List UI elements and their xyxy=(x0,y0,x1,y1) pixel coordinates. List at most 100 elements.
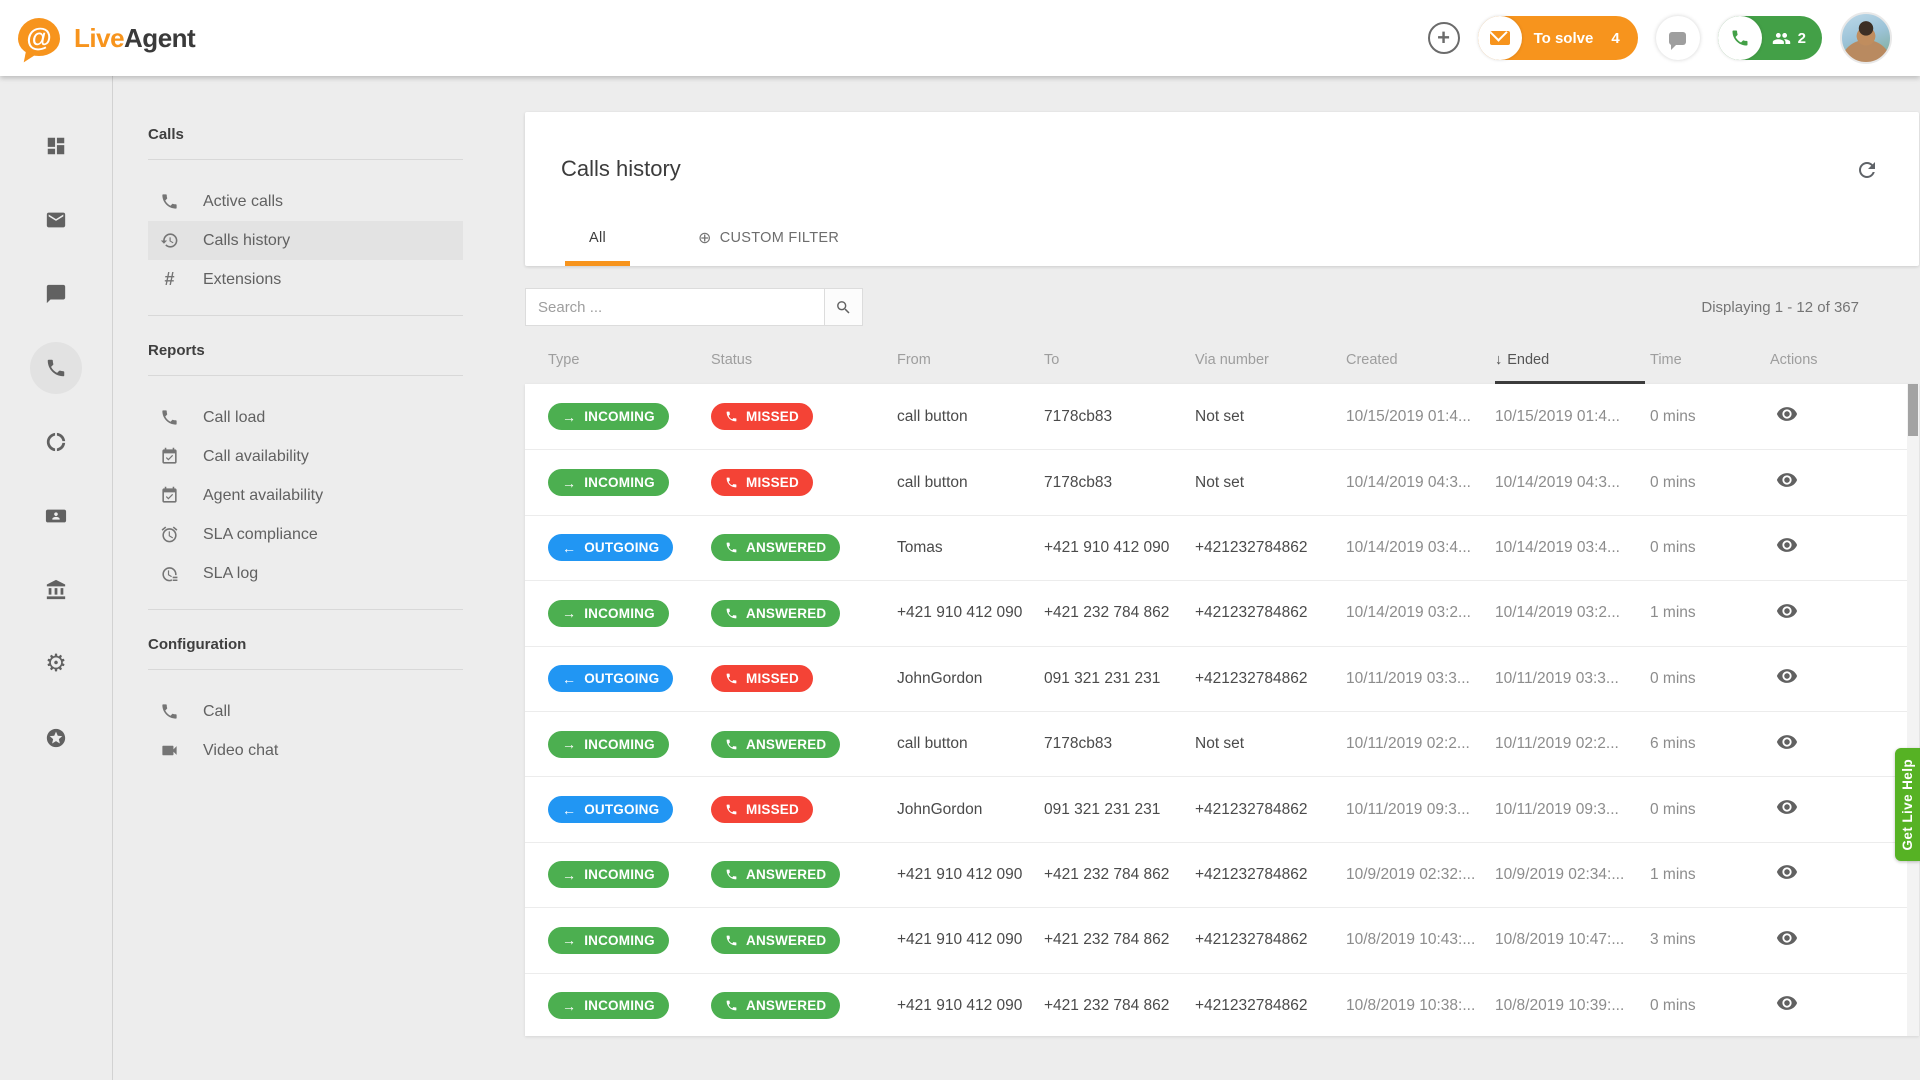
table-row[interactable]: INCOMING ANSWERED +421 910 412 090 +421 … xyxy=(525,907,1919,972)
rail-calls-icon[interactable] xyxy=(30,342,82,394)
cell-time: 0 mins xyxy=(1650,997,1770,1015)
column-header-status[interactable]: Status xyxy=(711,352,897,384)
section-title-calls: Calls xyxy=(148,126,463,143)
sidebar-item-sla-compliance[interactable]: SLA compliance xyxy=(148,515,463,554)
agents-people-icon xyxy=(1772,29,1791,48)
sidebar-item-call-load[interactable]: Call load xyxy=(148,398,463,437)
cell-via-number: Not set xyxy=(1195,474,1346,492)
search-input[interactable] xyxy=(525,288,825,326)
liveagent-logo[interactable]: @ LiveAgent xyxy=(18,16,195,60)
tab-custom-filter[interactable]: ⊕ CUSTOM FILTER xyxy=(674,228,863,266)
rail-billing-icon[interactable] xyxy=(30,564,82,616)
view-call-button[interactable] xyxy=(1770,600,1804,622)
sidebar-item-call[interactable]: Call xyxy=(148,692,463,731)
column-header-type[interactable]: Type xyxy=(548,352,711,384)
cell-created: 10/11/2019 02:2... xyxy=(1346,735,1495,753)
view-call-button[interactable] xyxy=(1770,861,1804,883)
column-header-to[interactable]: To xyxy=(1044,352,1195,384)
view-call-button[interactable] xyxy=(1770,403,1804,425)
divider xyxy=(148,669,463,670)
call-direction-badge: INCOMING xyxy=(548,403,669,430)
page-title: Calls history xyxy=(561,156,681,182)
column-header-time[interactable]: Time xyxy=(1650,352,1770,384)
scrollbar-thumb[interactable] xyxy=(1908,384,1918,436)
column-header-via-number[interactable]: Via number xyxy=(1195,352,1346,384)
view-call-button[interactable] xyxy=(1770,796,1804,818)
rail-tickets-icon[interactable] xyxy=(30,194,82,246)
get-live-help-button[interactable]: Get Live Help xyxy=(1895,748,1920,861)
table-row[interactable]: OUTGOING MISSED JohnGordon 091 321 231 2… xyxy=(525,776,1919,841)
agents-online-button[interactable]: 2 xyxy=(1718,16,1822,60)
table-row[interactable]: OUTGOING ANSWERED Tomas +421 910 412 090… xyxy=(525,515,1919,580)
add-new-button[interactable]: + xyxy=(1428,22,1460,54)
cell-time: 0 mins xyxy=(1650,539,1770,557)
rail-dashboard-icon[interactable] xyxy=(30,120,82,172)
cell-to: 7178cb83 xyxy=(1044,735,1195,753)
view-call-button[interactable] xyxy=(1770,469,1804,491)
cell-created: 10/9/2019 02:32:... xyxy=(1346,866,1495,884)
search-button[interactable] xyxy=(825,288,863,326)
view-call-button[interactable] xyxy=(1770,665,1804,687)
phone-icon xyxy=(725,934,738,947)
sidebar-item-video-chat[interactable]: Video chat xyxy=(148,731,463,770)
chats-button[interactable] xyxy=(1656,16,1700,60)
sidebar-item-calls-history[interactable]: Calls history xyxy=(148,221,463,260)
view-call-button[interactable] xyxy=(1770,534,1804,556)
cell-created: 10/11/2019 03:3... xyxy=(1346,670,1495,688)
call-status-badge: MISSED xyxy=(711,796,813,823)
cell-ended: 10/15/2019 01:4... xyxy=(1495,408,1650,426)
sidebar-item-extensions[interactable]: # Extensions xyxy=(148,260,463,299)
table-row[interactable]: INCOMING MISSED call button 7178cb83 Not… xyxy=(525,449,1919,514)
column-header-created[interactable]: Created xyxy=(1346,352,1495,384)
main-content: Calls history All ⊕ CUSTOM FILTER Displa… xyxy=(525,76,1919,1080)
column-header-ended-sorted[interactable]: ↓Ended xyxy=(1495,352,1645,384)
cell-time: 0 mins xyxy=(1650,801,1770,819)
table-row[interactable]: INCOMING ANSWERED +421 910 412 090 +421 … xyxy=(525,973,1919,1036)
rail-contacts-icon[interactable] xyxy=(30,490,82,542)
icon-rail: ⚙ xyxy=(0,76,113,1080)
phone-icon xyxy=(725,868,738,881)
table-row[interactable]: OUTGOING MISSED JohnGordon 091 321 231 2… xyxy=(525,646,1919,711)
cell-via-number: Not set xyxy=(1195,735,1346,753)
view-call-button[interactable] xyxy=(1770,992,1804,1014)
table-row[interactable]: INCOMING ANSWERED +421 910 412 090 +421 … xyxy=(525,580,1919,645)
call-icon xyxy=(160,702,179,721)
call-status-badge: ANSWERED xyxy=(711,992,840,1019)
cell-time: 3 mins xyxy=(1650,931,1770,949)
cell-created: 10/11/2019 09:3... xyxy=(1346,801,1495,819)
to-solve-button[interactable]: To solve 4 xyxy=(1478,16,1638,60)
call-direction-badge: OUTGOING xyxy=(548,796,673,823)
logo-bubble-icon: @ xyxy=(18,16,64,60)
table-scrollbar[interactable] xyxy=(1907,384,1919,1036)
logo-text: LiveAgent xyxy=(74,23,195,54)
sidebar-item-sla-log[interactable]: SLA log xyxy=(148,554,463,593)
rail-settings-icon[interactable]: ⚙ xyxy=(30,638,82,690)
view-call-button[interactable] xyxy=(1770,927,1804,949)
call-icon xyxy=(160,408,179,427)
eye-icon xyxy=(1776,731,1798,753)
phone-icon xyxy=(725,607,738,620)
rail-chats-icon[interactable] xyxy=(30,268,82,320)
tab-all[interactable]: All xyxy=(565,228,630,266)
view-call-button[interactable] xyxy=(1770,731,1804,753)
call-status-badge: MISSED xyxy=(711,469,813,496)
eye-icon xyxy=(1776,469,1798,491)
rail-automation-icon[interactable] xyxy=(30,416,82,468)
column-header-actions: Actions xyxy=(1770,352,1919,384)
refresh-button[interactable] xyxy=(1855,158,1883,186)
sidebar-item-call-availability[interactable]: Call availability xyxy=(148,437,463,476)
column-header-from[interactable]: From xyxy=(897,352,1044,384)
table-row[interactable]: INCOMING MISSED call button 7178cb83 Not… xyxy=(525,384,1919,449)
user-avatar[interactable] xyxy=(1840,12,1892,64)
table-row[interactable]: INCOMING ANSWERED call button 7178cb83 N… xyxy=(525,711,1919,776)
cell-from: JohnGordon xyxy=(897,670,1044,688)
cell-ended: 10/14/2019 03:4... xyxy=(1495,539,1650,557)
table-row[interactable]: INCOMING ANSWERED +421 910 412 090 +421 … xyxy=(525,842,1919,907)
circle-plus-icon: ⊕ xyxy=(698,228,712,248)
call-direction-badge: INCOMING xyxy=(548,731,669,758)
rail-starred-icon[interactable] xyxy=(30,712,82,764)
direction-arrow-icon xyxy=(562,476,576,490)
sidebar-item-agent-availability[interactable]: Agent availability xyxy=(148,476,463,515)
sidebar-item-active-calls[interactable]: Active calls xyxy=(148,182,463,221)
cell-time: 1 mins xyxy=(1650,866,1770,884)
